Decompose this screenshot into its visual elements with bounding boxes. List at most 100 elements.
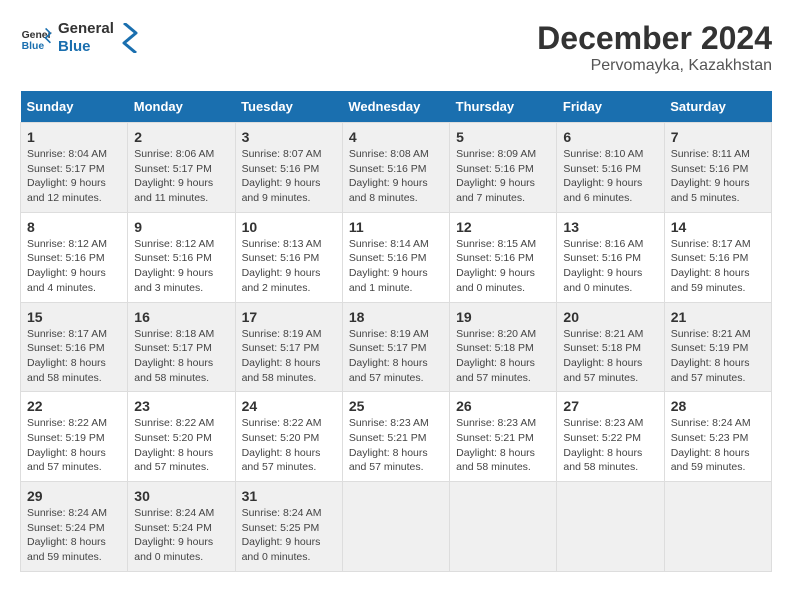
col-thursday: Thursday: [450, 91, 557, 123]
location-subtitle: Pervomayka, Kazakhstan: [537, 57, 772, 75]
calendar-week-5: 29Sunrise: 8:24 AMSunset: 5:24 PMDayligh…: [21, 482, 772, 572]
calendar-cell: 12 Sunrise: 8:15 AMSunset: 5:16 PMDayligh…: [450, 212, 557, 302]
calendar-cell: 17Sunrise: 8:19 AMSunset: 5:17 PMDayligh…: [235, 302, 342, 392]
day-number: 30: [134, 488, 228, 504]
day-info: Sunrise: 8:04 AMSunset: 5:17 PMDaylight:…: [27, 147, 121, 206]
day-number: 2: [134, 129, 228, 145]
calendar-cell: 13 Sunrise: 8:16 AMSunset: 5:16 PMDayligh…: [557, 212, 664, 302]
col-monday: Monday: [128, 91, 235, 123]
day-number: 27: [563, 398, 657, 414]
day-number: 5: [456, 129, 550, 145]
day-number: 24: [242, 398, 336, 414]
calendar-cell: 23 Sunrise: 8:22 AMSunset: 5:20 PMDayligh…: [128, 392, 235, 482]
day-number: 25: [349, 398, 443, 414]
day-number: 18: [349, 309, 443, 325]
day-number: 26: [456, 398, 550, 414]
logo-arrow-icon: [120, 23, 140, 53]
calendar-table: Sunday Monday Tuesday Wednesday Thursday…: [20, 91, 772, 572]
calendar-cell: [664, 482, 771, 572]
col-wednesday: Wednesday: [342, 91, 449, 123]
day-info: Sunrise: 8:17 AMSunset: 5:16 PMDaylight:…: [27, 327, 121, 386]
day-info: Sunrise: 8:16 AMSunset: 5:16 PMDaylight:…: [563, 237, 657, 296]
calendar-week-3: 15 Sunrise: 8:17 AMSunset: 5:16 PMDayligh…: [21, 302, 772, 392]
logo-text-blue: Blue: [58, 38, 114, 56]
day-info: Sunrise: 8:21 AMSunset: 5:18 PMDaylight:…: [563, 327, 657, 386]
day-number: 15: [27, 309, 121, 325]
day-info: Sunrise: 8:22 AMSunset: 5:20 PMDaylight:…: [242, 416, 336, 475]
day-info: Sunrise: 8:18 AMSunset: 5:17 PMDaylight:…: [134, 327, 228, 386]
day-number: 22: [27, 398, 121, 414]
calendar-cell: 1 Sunrise: 8:04 AMSunset: 5:17 PMDaylight…: [21, 123, 128, 213]
day-info: Sunrise: 8:24 AMSunset: 5:24 PMDaylight:…: [27, 506, 121, 565]
day-info: Sunrise: 8:08 AMSunset: 5:16 PMDaylight:…: [349, 147, 443, 206]
day-info: Sunrise: 8:09 AMSunset: 5:16 PMDaylight:…: [456, 147, 550, 206]
calendar-cell: 4 Sunrise: 8:08 AMSunset: 5:16 PMDaylight…: [342, 123, 449, 213]
day-number: 16: [134, 309, 228, 325]
calendar-cell: 18 Sunrise: 8:19 AMSunset: 5:17 PMDayligh…: [342, 302, 449, 392]
calendar-week-2: 8 Sunrise: 8:12 AMSunset: 5:16 PMDaylight…: [21, 212, 772, 302]
calendar-cell: 16 Sunrise: 8:18 AMSunset: 5:17 PMDayligh…: [128, 302, 235, 392]
calendar-cell: [342, 482, 449, 572]
calendar-cell: 9 Sunrise: 8:12 AMSunset: 5:16 PMDaylight…: [128, 212, 235, 302]
day-number: 20: [563, 309, 657, 325]
calendar-cell: 10 Sunrise: 8:13 AMSunset: 5:16 PMDayligh…: [235, 212, 342, 302]
day-number: 13: [563, 219, 657, 235]
col-sunday: Sunday: [21, 91, 128, 123]
calendar-cell: 15 Sunrise: 8:17 AMSunset: 5:16 PMDayligh…: [21, 302, 128, 392]
calendar-cell: [450, 482, 557, 572]
day-number: 19: [456, 309, 550, 325]
day-number: 28: [671, 398, 765, 414]
day-number: 7: [671, 129, 765, 145]
day-info: Sunrise: 8:22 AMSunset: 5:20 PMDaylight:…: [134, 416, 228, 475]
calendar-cell: 21Sunrise: 8:21 AMSunset: 5:19 PMDayligh…: [664, 302, 771, 392]
calendar-cell: 14 Sunrise: 8:17 AMSunset: 5:16 PMDayligh…: [664, 212, 771, 302]
calendar-cell: 6Sunrise: 8:10 AMSunset: 5:16 PMDaylight…: [557, 123, 664, 213]
logo-text-general: General: [58, 20, 114, 38]
col-tuesday: Tuesday: [235, 91, 342, 123]
month-title: December 2024: [537, 20, 772, 57]
calendar-cell: 31Sunrise: 8:24 AMSunset: 5:25 PMDayligh…: [235, 482, 342, 572]
day-info: Sunrise: 8:15 AMSunset: 5:16 PMDaylight:…: [456, 237, 550, 296]
day-number: 4: [349, 129, 443, 145]
calendar-cell: 5 Sunrise: 8:09 AMSunset: 5:16 PMDaylight…: [450, 123, 557, 213]
calendar-cell: 3Sunrise: 8:07 AMSunset: 5:16 PMDaylight…: [235, 123, 342, 213]
day-info: Sunrise: 8:13 AMSunset: 5:16 PMDaylight:…: [242, 237, 336, 296]
day-info: Sunrise: 8:20 AMSunset: 5:18 PMDaylight:…: [456, 327, 550, 386]
page-header: General Blue General Blue December 2024 …: [20, 20, 772, 75]
day-number: 10: [242, 219, 336, 235]
calendar-cell: 30 Sunrise: 8:24 AMSunset: 5:24 PMDayligh…: [128, 482, 235, 572]
day-number: 1: [27, 129, 121, 145]
day-info: Sunrise: 8:11 AMSunset: 5:16 PMDaylight:…: [671, 147, 765, 206]
calendar-cell: 20 Sunrise: 8:21 AMSunset: 5:18 PMDayligh…: [557, 302, 664, 392]
title-area: December 2024 Pervomayka, Kazakhstan: [537, 20, 772, 75]
day-number: 11: [349, 219, 443, 235]
logo: General Blue General Blue: [20, 20, 140, 56]
day-number: 9: [134, 219, 228, 235]
day-info: Sunrise: 8:23 AMSunset: 5:21 PMDaylight:…: [456, 416, 550, 475]
calendar-week-1: 1 Sunrise: 8:04 AMSunset: 5:17 PMDaylight…: [21, 123, 772, 213]
calendar-cell: 28 Sunrise: 8:24 AMSunset: 5:23 PMDayligh…: [664, 392, 771, 482]
day-info: Sunrise: 8:21 AMSunset: 5:19 PMDaylight:…: [671, 327, 765, 386]
svg-text:Blue: Blue: [22, 41, 45, 52]
calendar-cell: 8Sunrise: 8:12 AMSunset: 5:16 PMDaylight…: [21, 212, 128, 302]
day-info: Sunrise: 8:12 AMSunset: 5:16 PMDaylight:…: [134, 237, 228, 296]
day-number: 31: [242, 488, 336, 504]
col-friday: Friday: [557, 91, 664, 123]
day-info: Sunrise: 8:10 AMSunset: 5:16 PMDaylight:…: [563, 147, 657, 206]
day-info: Sunrise: 8:06 AMSunset: 5:17 PMDaylight:…: [134, 147, 228, 206]
calendar-cell: 2 Sunrise: 8:06 AMSunset: 5:17 PMDaylight…: [128, 123, 235, 213]
day-info: Sunrise: 8:14 AMSunset: 5:16 PMDaylight:…: [349, 237, 443, 296]
day-info: Sunrise: 8:24 AMSunset: 5:24 PMDaylight:…: [134, 506, 228, 565]
day-info: Sunrise: 8:22 AMSunset: 5:19 PMDaylight:…: [27, 416, 121, 475]
day-number: 23: [134, 398, 228, 414]
calendar-cell: [557, 482, 664, 572]
day-info: Sunrise: 8:24 AMSunset: 5:23 PMDaylight:…: [671, 416, 765, 475]
day-number: 12: [456, 219, 550, 235]
day-info: Sunrise: 8:07 AMSunset: 5:16 PMDaylight:…: [242, 147, 336, 206]
col-saturday: Saturday: [664, 91, 771, 123]
day-number: 8: [27, 219, 121, 235]
day-number: 14: [671, 219, 765, 235]
day-info: Sunrise: 8:19 AMSunset: 5:17 PMDaylight:…: [349, 327, 443, 386]
day-info: Sunrise: 8:23 AMSunset: 5:21 PMDaylight:…: [349, 416, 443, 475]
day-info: Sunrise: 8:17 AMSunset: 5:16 PMDaylight:…: [671, 237, 765, 296]
